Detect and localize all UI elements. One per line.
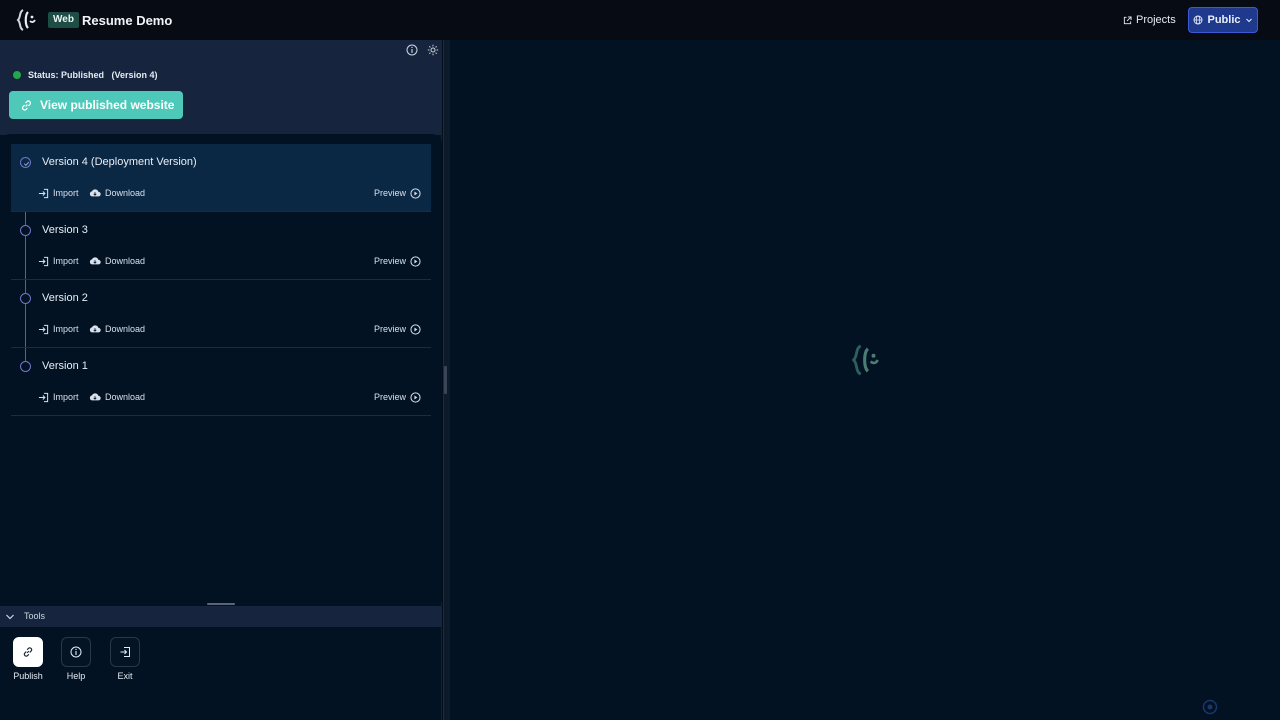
help-button[interactable]	[61, 637, 91, 667]
tools-header[interactable]: Tools	[0, 606, 442, 627]
import-button[interactable]: Import	[38, 255, 79, 267]
resize-handle[interactable]	[207, 603, 235, 605]
play-circle-icon	[410, 323, 421, 335]
info-icon	[70, 646, 82, 658]
exit-label: Exit	[117, 671, 133, 681]
import-label: Import	[53, 188, 79, 198]
preview-button[interactable]: Preview	[374, 255, 421, 267]
gear-icon[interactable]	[427, 44, 439, 56]
play-circle-icon	[410, 187, 421, 199]
tools-label: Tools	[24, 611, 46, 621]
publish-tool[interactable]: Publish	[13, 637, 43, 681]
preview-label: Preview	[374, 188, 407, 198]
cloud-download-icon	[89, 393, 101, 401]
exit-icon	[120, 647, 130, 657]
status-text: Status: Published (Version 4)	[28, 70, 158, 80]
link-icon	[23, 647, 33, 657]
visibility-label: Public	[1207, 14, 1241, 26]
top-bar: Web Resume Demo Projects Public	[0, 0, 1280, 40]
download-label: Download	[105, 392, 146, 402]
check-icon	[23, 161, 29, 166]
view-published-website-button[interactable]: View published website	[9, 91, 183, 119]
preview-label: Preview	[374, 324, 407, 334]
preview-button[interactable]: Preview	[374, 187, 421, 199]
exit-tool[interactable]: Exit	[110, 637, 140, 681]
project-title: Resume Demo	[82, 13, 173, 28]
import-label: Import	[53, 324, 79, 334]
exit-button[interactable]	[110, 637, 140, 667]
import-label: Import	[53, 392, 79, 402]
splitter-grip[interactable]	[444, 366, 447, 394]
version-marker	[20, 157, 31, 168]
help-label: Help	[66, 671, 86, 681]
loading-logo-icon	[851, 344, 879, 376]
version-marker	[20, 293, 31, 304]
status-indicator	[13, 71, 21, 79]
publish-status-area: Status: Published (Version 4) View publi…	[0, 60, 442, 135]
version-title: Version 2	[42, 292, 88, 304]
download-button[interactable]: Download	[89, 323, 145, 335]
publish-label: Publish	[13, 671, 43, 681]
version-item[interactable]: Version 3 Import Download Preview	[11, 212, 431, 280]
import-icon	[38, 256, 49, 266]
cloud-download-icon	[89, 189, 101, 197]
download-button[interactable]: Download	[89, 187, 145, 199]
import-button[interactable]: Import	[38, 323, 79, 335]
chevron-down-icon	[6, 614, 14, 620]
version-item[interactable]: Version 1 Import Download Preview	[11, 348, 431, 416]
version-title: Version 3	[42, 224, 88, 236]
version-item[interactable]: Version 4 (Deployment Version) Import Down…	[11, 144, 431, 212]
download-label: Download	[105, 324, 146, 334]
projects-link[interactable]: Projects	[1123, 13, 1176, 27]
preview-label: Preview	[374, 256, 407, 266]
globe-icon	[1194, 15, 1203, 25]
help-tool[interactable]: Help	[61, 637, 91, 681]
cloud-download-icon	[89, 325, 101, 333]
download-button[interactable]: Download	[89, 391, 145, 403]
play-circle-icon	[410, 391, 421, 403]
panel-header	[0, 40, 442, 60]
visibility-dropdown[interactable]: Public	[1188, 7, 1258, 33]
import-label: Import	[53, 256, 79, 266]
publish-button[interactable]	[13, 637, 43, 667]
projects-label: Projects	[1136, 14, 1176, 26]
import-button[interactable]: Import	[38, 187, 79, 199]
version-title: Version 4 (Deployment Version)	[42, 156, 197, 168]
cloud-download-icon	[89, 257, 101, 265]
link-icon	[22, 99, 31, 111]
download-label: Download	[105, 256, 146, 266]
preview-button[interactable]: Preview	[374, 323, 421, 335]
chevron-down-icon	[1245, 18, 1252, 23]
import-button[interactable]: Import	[38, 391, 79, 403]
corner-badge-icon	[1202, 699, 1218, 715]
preview-label: Preview	[374, 392, 407, 402]
app-logo-icon[interactable]	[14, 8, 38, 32]
import-icon	[38, 324, 49, 334]
import-icon	[38, 392, 49, 402]
preview-button[interactable]: Preview	[374, 391, 421, 403]
version-list: Version 4 (Deployment Version) Import Down…	[0, 134, 442, 602]
versions-panel: Status: Published (Version 4) View publi…	[0, 40, 442, 720]
version-item[interactable]: Version 2 Import Download Preview	[11, 280, 431, 348]
version-marker	[20, 361, 31, 372]
play-circle-icon	[410, 255, 421, 267]
info-icon[interactable]	[406, 44, 418, 56]
view-published-label: View published website	[40, 98, 175, 112]
download-label: Download	[105, 188, 146, 198]
download-button[interactable]: Download	[89, 255, 145, 267]
version-title: Version 1	[42, 360, 88, 372]
version-marker	[20, 225, 31, 236]
external-link-icon	[1123, 15, 1132, 24]
web-badge: Web	[48, 12, 79, 28]
preview-canvas	[450, 40, 1280, 720]
import-icon	[38, 188, 49, 198]
